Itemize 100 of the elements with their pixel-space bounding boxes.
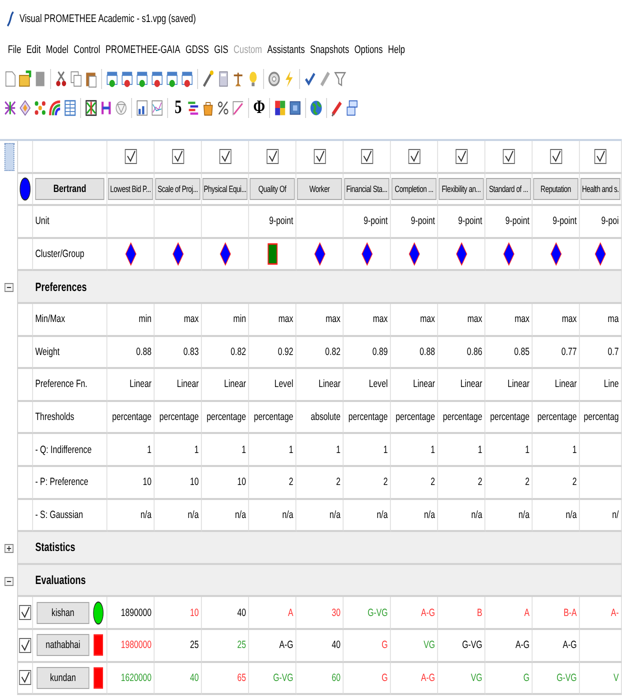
diamond-icon[interactable] <box>18 99 32 117</box>
table-cell <box>18 402 33 434</box>
criterion-checkbox[interactable] <box>124 148 137 164</box>
heatmap-icon[interactable] <box>273 99 288 117</box>
criterion-checkbox[interactable] <box>502 148 515 164</box>
alternative-checkbox[interactable] <box>18 670 32 686</box>
criterion-header[interactable]: Completion ... <box>392 178 436 200</box>
criterion-header[interactable]: Lowest Bid P... <box>108 178 153 200</box>
wand-icon[interactable] <box>201 70 216 88</box>
grid-icon[interactable] <box>63 99 78 117</box>
check-icon[interactable] <box>303 70 318 88</box>
table-cell: Linear <box>485 369 532 402</box>
block-icon[interactable] <box>33 70 48 88</box>
curve-icon[interactable] <box>231 99 246 117</box>
table-cell: percentage <box>202 402 249 434</box>
collapse-icon[interactable] <box>4 283 14 292</box>
table-cell: 0.82 <box>296 336 344 370</box>
table-plus-icon[interactable] <box>165 70 180 88</box>
line-chart-icon[interactable] <box>150 99 164 117</box>
alternative-checkbox[interactable] <box>18 638 32 653</box>
table-minus-icon[interactable] <box>120 70 134 88</box>
criterion-header[interactable]: Flexibility an... <box>438 178 484 200</box>
rainbow-icon[interactable] <box>48 99 62 117</box>
criterion-header[interactable]: Physical Equi... <box>202 178 248 200</box>
table-minus-icon[interactable] <box>150 70 164 88</box>
scenario-button[interactable]: Bertrand <box>35 178 104 200</box>
table-cell: max <box>154 304 202 337</box>
square-icon[interactable] <box>288 99 302 117</box>
criterion-checkbox[interactable] <box>360 148 374 164</box>
document-icon[interactable] <box>3 70 18 88</box>
criterion-checkbox[interactable] <box>594 148 607 164</box>
copy-icon[interactable] <box>69 70 84 88</box>
gear-icon[interactable] <box>267 70 282 88</box>
alternative-button[interactable]: nathabhai <box>36 634 90 656</box>
menu-item[interactable]: Help <box>385 44 408 56</box>
table-cell: 0.82 <box>202 336 249 370</box>
alternative-button[interactable]: kishan <box>36 602 90 624</box>
globe-icon[interactable] <box>309 99 324 117</box>
menu-item[interactable]: Options <box>352 44 386 56</box>
column-chart-icon[interactable] <box>135 99 150 117</box>
criterion-checkbox[interactable] <box>549 148 562 164</box>
bag-icon[interactable] <box>201 99 216 117</box>
criterion-header[interactable]: Quality Of <box>250 178 295 200</box>
table-cell: percentage <box>532 402 580 434</box>
collapse-icon[interactable] <box>4 576 14 586</box>
circle-icon[interactable] <box>114 99 128 117</box>
criterion-checkbox[interactable] <box>218 148 232 164</box>
expand-icon[interactable] <box>4 544 14 553</box>
folder-icon[interactable] <box>18 70 32 88</box>
table-cell: 1 <box>532 434 580 467</box>
table-plus-icon[interactable] <box>105 70 120 88</box>
criterion-header[interactable]: Reputation <box>533 178 578 200</box>
table-cell: G <box>344 662 391 696</box>
criterion-checkbox[interactable] <box>171 148 184 164</box>
percent-icon[interactable] <box>216 99 230 117</box>
scissors-icon[interactable] <box>54 70 68 88</box>
menu-item[interactable]: Edit <box>24 44 44 56</box>
clipboard-icon[interactable] <box>84 70 98 88</box>
menu-item[interactable]: GDSS <box>182 44 212 56</box>
filter-icon[interactable] <box>333 70 348 88</box>
criterion-header[interactable]: Standard of ... <box>486 178 531 200</box>
table-cell: percentage <box>249 402 296 434</box>
criterion-checkbox[interactable] <box>313 148 326 164</box>
table-cell: max <box>249 304 296 337</box>
criterion-checkbox[interactable] <box>408 148 420 164</box>
menu-item[interactable]: GIS <box>211 44 231 56</box>
menu-item[interactable]: File <box>5 44 24 56</box>
criterion-header[interactable]: Worker <box>297 178 342 200</box>
menu-item[interactable]: Control <box>71 44 103 56</box>
criterion-header[interactable]: Health and s. <box>580 178 620 200</box>
row-label: Min/Max <box>33 304 108 337</box>
table-cell: Linear <box>202 369 249 402</box>
dots-icon[interactable] <box>33 99 48 117</box>
toolbar-button[interactable]: 5 <box>171 98 186 118</box>
toolbar-button[interactable]: Φ <box>252 98 266 118</box>
table-cell: 60 <box>296 662 344 696</box>
menu-item[interactable]: PROMETHEE-GAIA <box>102 44 183 56</box>
criterion-checkbox[interactable] <box>266 148 279 164</box>
menu-item[interactable]: Model <box>43 44 71 56</box>
list-icon[interactable] <box>186 99 200 117</box>
table-minus-icon[interactable] <box>180 70 194 88</box>
pencil-icon[interactable] <box>330 99 344 117</box>
row-label: Weight <box>33 336 108 370</box>
menu-item[interactable]: Snapshots <box>307 44 352 56</box>
criterion-header[interactable]: Scale of Proj... <box>155 178 200 200</box>
table-plus-icon[interactable] <box>135 70 150 88</box>
criterion-header[interactable]: Financial Sta... <box>344 178 390 200</box>
menu-item[interactable]: Assistants <box>264 44 308 56</box>
calculator-icon[interactable] <box>216 70 230 88</box>
alternative-button[interactable]: kundan <box>36 666 90 689</box>
select-all-corner[interactable] <box>4 143 14 172</box>
alternative-checkbox[interactable] <box>18 605 32 620</box>
window-icon[interactable] <box>345 99 360 117</box>
table-cell <box>580 466 622 500</box>
table-cell: 9-point <box>390 206 438 239</box>
table-cell: 1 <box>296 434 344 467</box>
network-icon[interactable] <box>3 99 18 117</box>
criterion-checkbox[interactable] <box>454 148 468 164</box>
table-cell: 1 <box>485 434 532 467</box>
plot-icon[interactable] <box>84 99 98 117</box>
